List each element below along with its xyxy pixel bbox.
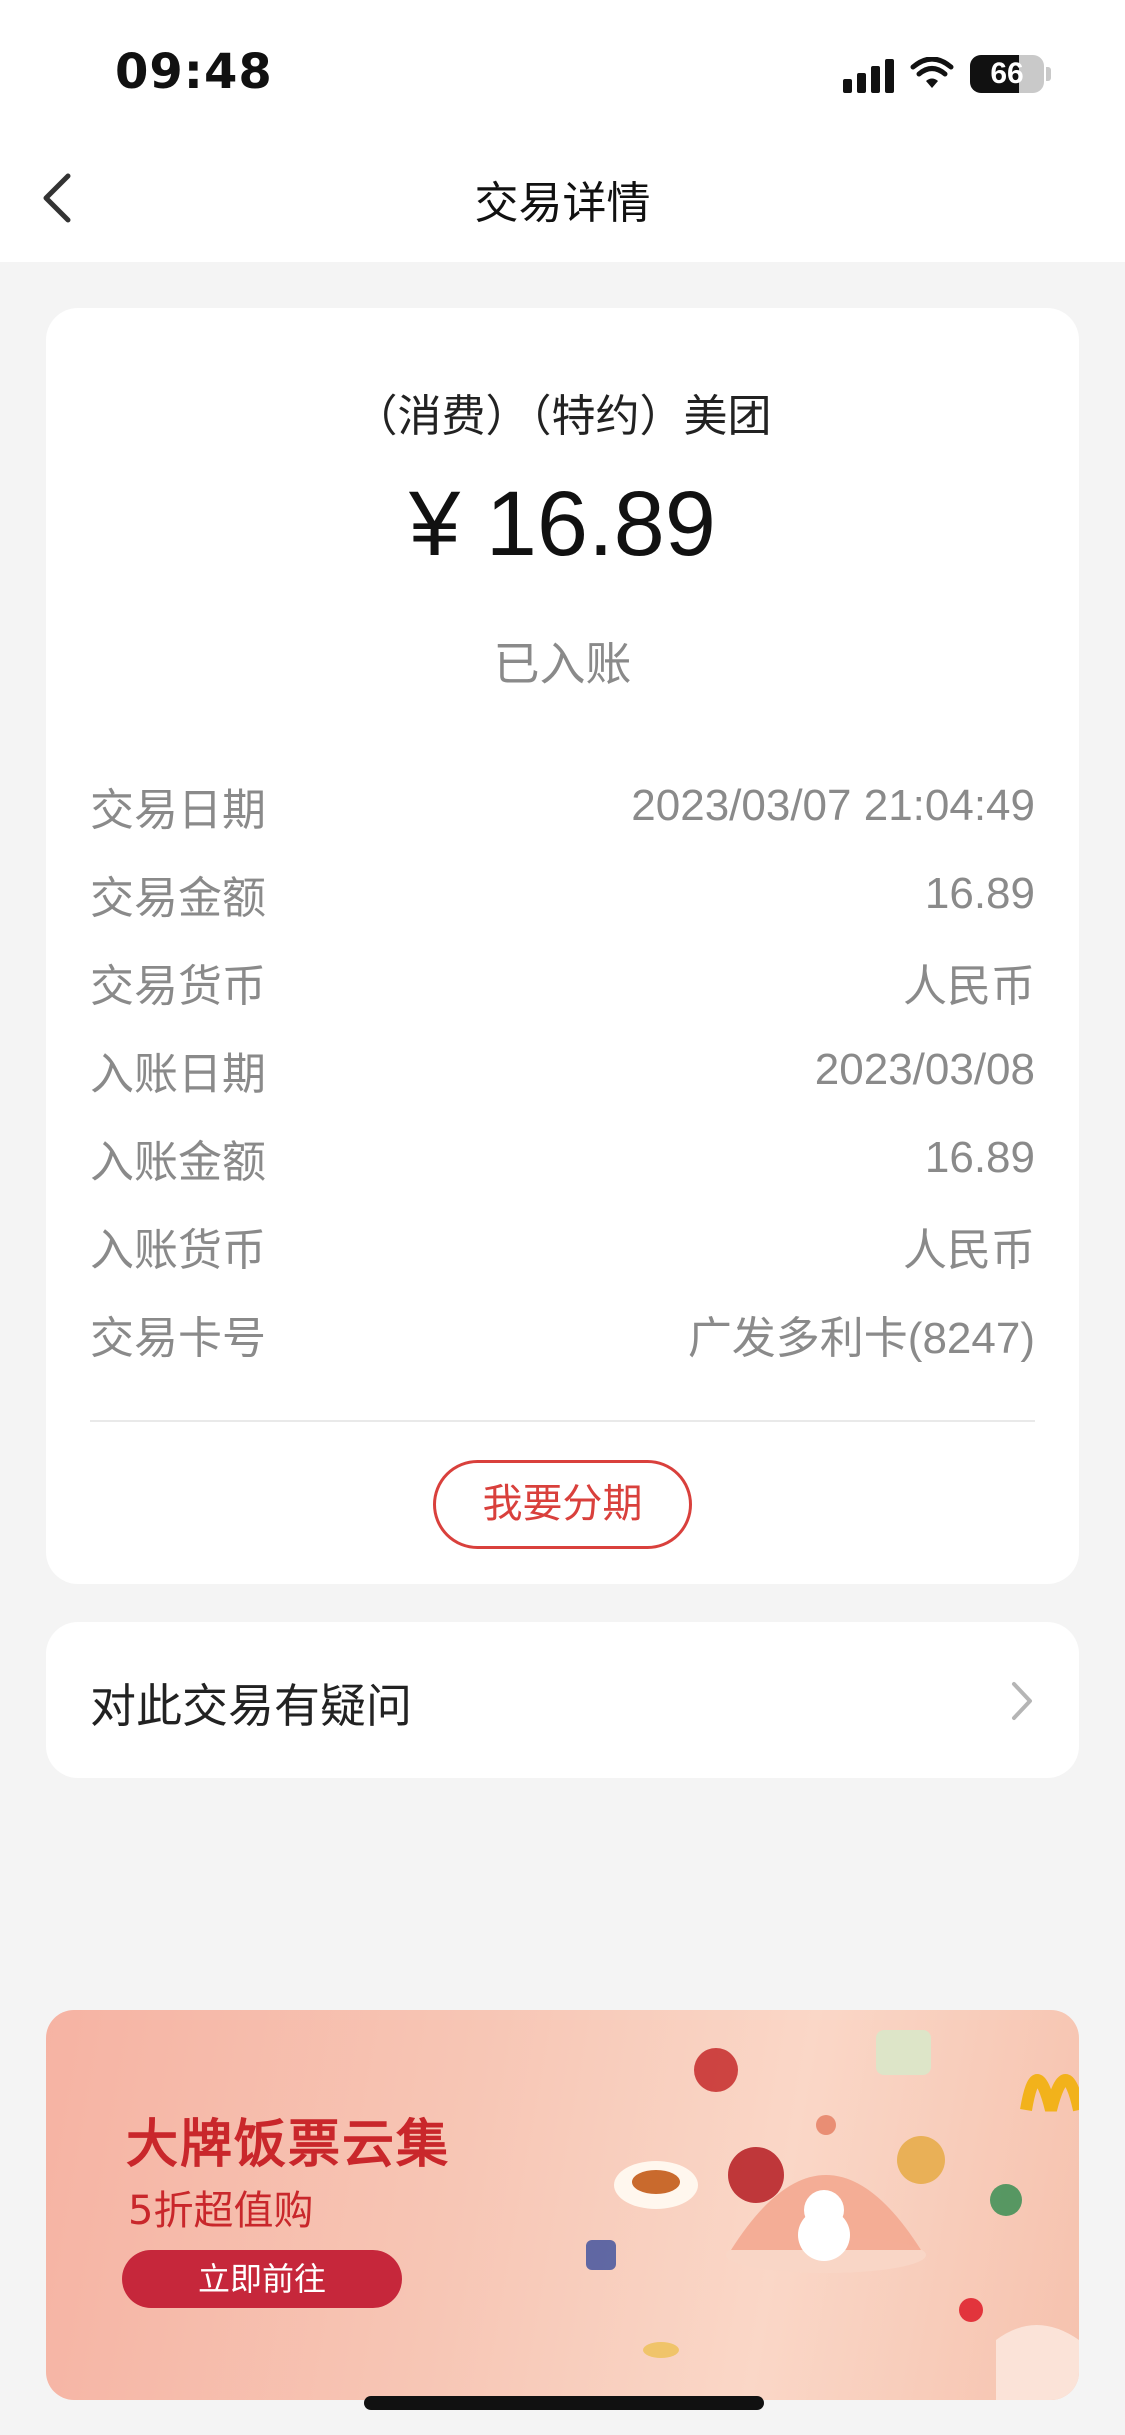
detail-value: 16.89 [924, 1133, 1035, 1182]
cellular-signal-icon [843, 55, 894, 93]
promo-banner[interactable]: 大牌饭票云集 5折超值购 立即前往 [46, 2010, 1079, 2400]
banner-go-button[interactable]: 立即前往 [122, 2250, 402, 2308]
page-title: 交易详情 [474, 178, 651, 229]
banner-subtitle: 5折超值购 [128, 2188, 314, 2234]
detail-row: 交易卡号 广发多利卡(8247) [90, 1290, 1035, 1378]
divider [90, 1420, 1035, 1422]
detail-label: 入账货币 [90, 1225, 266, 1276]
status-time: 09:48 [115, 44, 273, 100]
chevron-right-icon [1012, 1682, 1032, 1720]
detail-value: 2023/03/08 [814, 1045, 1035, 1094]
wifi-icon [910, 57, 954, 88]
detail-value: 人民币 [903, 962, 1035, 1011]
detail-label: 交易金额 [90, 873, 266, 924]
home-indicator [364, 2396, 764, 2410]
detail-label: 交易日期 [90, 785, 266, 836]
detail-label: 交易卡号 [90, 1313, 266, 1364]
food-brands-illustration [586, 2030, 1079, 2400]
battery-tip [1046, 67, 1051, 81]
detail-row: 交易货币 人民币 [90, 938, 1035, 1026]
detail-label: 交易货币 [90, 961, 266, 1012]
installment-button[interactable]: 我要分期 [433, 1460, 692, 1549]
detail-row: 入账货币 人民币 [90, 1202, 1035, 1290]
detail-label: 入账日期 [90, 1049, 266, 1100]
status-icons: 66 [843, 52, 1051, 96]
dispute-label: 对此交易有疑问 [90, 1679, 412, 1733]
detail-row: 交易日期 2023/03/07 21:04:49 [90, 762, 1035, 850]
transaction-status: 已入账 [493, 637, 632, 691]
battery-icon: 66 [970, 55, 1044, 93]
detail-row: 入账日期 2023/03/08 [90, 1026, 1035, 1114]
detail-row: 交易金额 16.89 [90, 850, 1035, 938]
battery-percentage: 66 [990, 57, 1024, 90]
detail-value: 16.89 [924, 869, 1035, 918]
detail-value: 2023/03/07 21:04:49 [631, 781, 1035, 830]
detail-list: 交易日期 2023/03/07 21:04:49 交易金额 16.89 交易货币… [90, 762, 1035, 1378]
merchant-name: （消费）（特约）美团 [353, 391, 772, 442]
detail-value: 人民币 [903, 1226, 1035, 1275]
detail-value: 广发多利卡(8247) [687, 1314, 1035, 1363]
banner-title: 大牌饭票云集 [126, 2115, 451, 2175]
transaction-amount: ¥ 16.89 [409, 473, 716, 575]
detail-row: 入账金额 16.89 [90, 1114, 1035, 1202]
detail-label: 入账金额 [90, 1137, 266, 1188]
